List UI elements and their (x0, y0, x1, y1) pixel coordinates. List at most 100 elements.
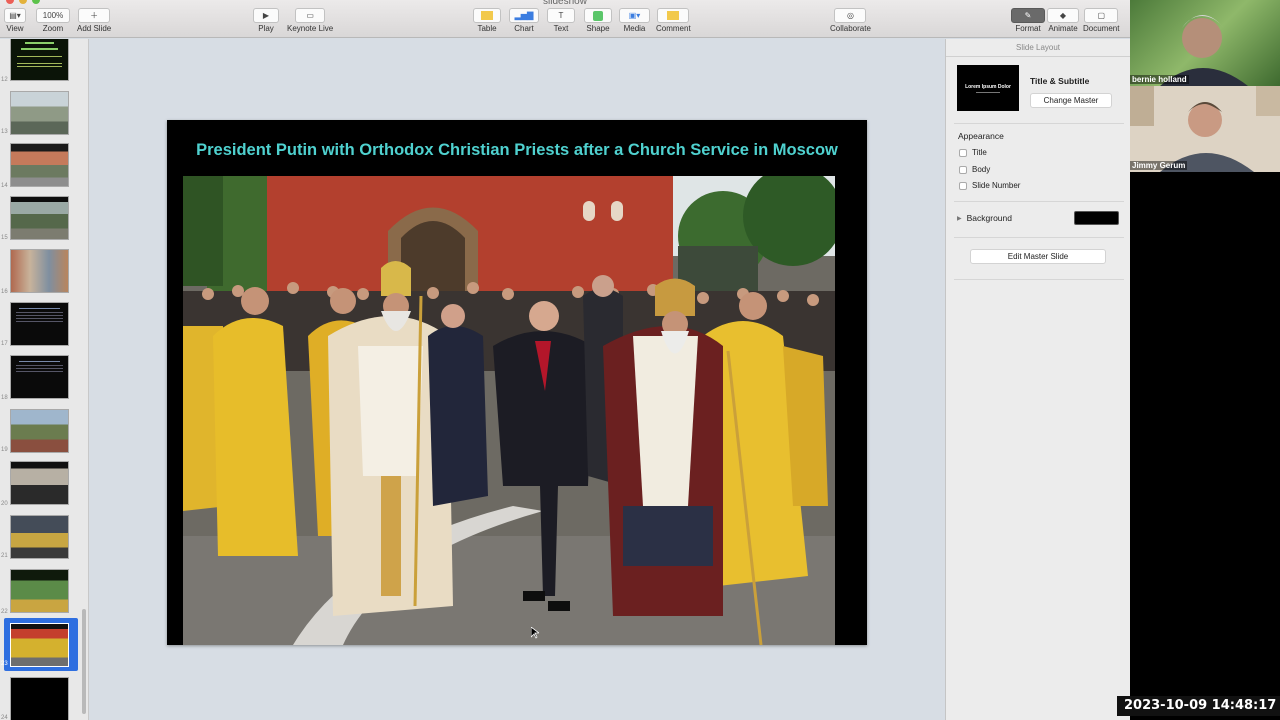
slide-number: 16 (1, 289, 8, 295)
zoom-dropdown[interactable]: 100% Zoom (36, 8, 70, 33)
table-button[interactable]: Table (473, 8, 501, 33)
collaborate-button[interactable]: ◎ Collaborate (830, 8, 871, 33)
document-label: Document (1083, 24, 1120, 33)
collaborate-icon: ◎ (834, 8, 867, 23)
chart-label: Chart (514, 24, 534, 33)
divider (954, 237, 1124, 238)
master-thumb-subtitle-line (976, 91, 1000, 93)
slide-number: 20 (1, 501, 8, 507)
media-label: Media (623, 24, 646, 33)
master-slide-thumbnail[interactable]: Lorem Ipsum Dolor (957, 65, 1019, 111)
title-checkbox[interactable]: Title (959, 148, 987, 157)
zoom-label: Zoom (42, 24, 64, 33)
slide-thumbnail[interactable] (10, 249, 69, 293)
broadcast-icon: ▭ (295, 8, 326, 23)
text-label: Text (553, 24, 569, 33)
play-button[interactable]: ▶ Play (253, 8, 279, 33)
zoom-value: 100% (36, 8, 70, 23)
body-checkbox[interactable]: Body (959, 165, 990, 174)
slide-number-checkbox-label: Slide Number (972, 181, 1021, 190)
participant-video[interactable]: bernie holland (1130, 0, 1280, 86)
slide-thumbnail[interactable] (10, 143, 69, 187)
keynote-live-button[interactable]: ▭ Keynote Live (287, 8, 333, 33)
slide-thumbnail[interactable] (10, 515, 69, 559)
slide-thumbnail[interactable] (10, 569, 69, 613)
keynote-live-label: Keynote Live (287, 24, 334, 33)
slide-photo[interactable] (183, 176, 835, 645)
animate-icon: ◆ (1047, 8, 1079, 23)
shape-label: Shape (586, 24, 610, 33)
slide-thumbnail[interactable] (10, 461, 69, 505)
window-title: slideshow (543, 0, 587, 7)
format-inspector: Slide Layout Lorem Ipsum Dolor Title & S… (945, 39, 1130, 720)
text-icon: T (547, 8, 575, 23)
slide-number-checkbox[interactable]: Slide Number (959, 181, 1020, 190)
participant-video[interactable]: Jimmy Gerum (1130, 86, 1280, 172)
background-label: Background (966, 213, 1012, 223)
slide-thumbnail[interactable] (10, 409, 69, 453)
slide-number: 13 (1, 129, 8, 135)
view-icon: ▤▾ (4, 8, 26, 23)
animate-button[interactable]: ◆ Animate (1047, 8, 1079, 33)
plus-icon: ＋ (78, 8, 111, 23)
divider (954, 279, 1124, 280)
view-label: View (6, 24, 24, 33)
appearance-label: Appearance (958, 131, 1004, 141)
mouse-cursor-icon (530, 626, 541, 644)
comment-button[interactable]: Comment (656, 8, 691, 33)
document-button[interactable]: ▢ Document (1083, 8, 1119, 33)
slide-number: 14 (1, 183, 8, 189)
checkbox-box (959, 165, 967, 174)
slide-title[interactable]: President Putin with Orthodox Christian … (167, 141, 867, 160)
inspector-header: Slide Layout (946, 39, 1130, 57)
slide-number: 23 (1, 661, 8, 667)
chart-button[interactable]: ▂▅▇ Chart (509, 8, 539, 33)
slide-number: 17 (1, 341, 8, 347)
toolbar: slideshow ▤▾ View 100% Zoom ＋ Add Slide … (0, 0, 1130, 38)
slide-thumbnail[interactable] (10, 91, 69, 135)
slide-number: 22 (1, 609, 8, 615)
media-button[interactable]: ▣▾ Media (619, 8, 650, 33)
slide-thumbnail[interactable] (10, 677, 69, 720)
add-slide-button[interactable]: ＋ Add Slide (77, 8, 111, 33)
chart-icon: ▂▅▇ (509, 8, 539, 23)
animate-label: Animate (1048, 24, 1078, 33)
background-color-well[interactable] (1074, 211, 1119, 225)
paintbrush-icon: ✎ (1011, 8, 1045, 23)
slide-thumbnail[interactable] (10, 302, 69, 346)
slide-thumbnail[interactable] (10, 355, 69, 399)
change-master-button[interactable]: Change Master (1030, 93, 1112, 108)
current-slide[interactable]: President Putin with Orthodox Christian … (167, 120, 867, 645)
add-slide-label: Add Slide (77, 24, 112, 33)
recording-timestamp: 2023-10-09 14:48:17 (1117, 696, 1280, 716)
table-icon (473, 8, 501, 23)
participant-feed (1160, 15, 1248, 86)
edit-master-slide-button[interactable]: Edit Master Slide (970, 249, 1106, 264)
background-disclosure[interactable]: ▶ Background (957, 213, 1012, 223)
slide-number: 15 (1, 235, 8, 241)
slide-thumbnail-selected[interactable] (10, 623, 69, 667)
shape-button[interactable]: Shape (584, 8, 612, 33)
slide-number: 24 (1, 715, 8, 720)
slide-thumbnail[interactable] (10, 196, 69, 240)
collaborate-label: Collaborate (830, 24, 871, 33)
keynote-window: slideshow ▤▾ View 100% Zoom ＋ Add Slide … (0, 0, 1130, 720)
format-label: Format (1015, 24, 1041, 33)
slide-canvas: President Putin with Orthodox Christian … (90, 39, 945, 720)
slide-thumbnail[interactable] (10, 39, 69, 81)
participant-feed (1130, 86, 1280, 172)
disclosure-triangle-icon: ▶ (957, 215, 962, 222)
slide-number: 12 (1, 77, 8, 83)
play-label: Play (258, 24, 274, 33)
navigator-scrollbar[interactable] (82, 609, 86, 714)
format-button[interactable]: ✎ Format (1011, 8, 1045, 33)
slide-number: 18 (1, 395, 8, 401)
comment-icon (657, 8, 690, 23)
view-button[interactable]: ▤▾ View (4, 8, 26, 33)
master-thumb-text: Lorem Ipsum Dolor (965, 83, 1011, 90)
comment-label: Comment (656, 24, 691, 33)
divider (954, 123, 1124, 124)
document-icon: ▢ (1084, 8, 1119, 23)
text-button[interactable]: T Text (547, 8, 575, 33)
body-checkbox-label: Body (972, 165, 991, 174)
